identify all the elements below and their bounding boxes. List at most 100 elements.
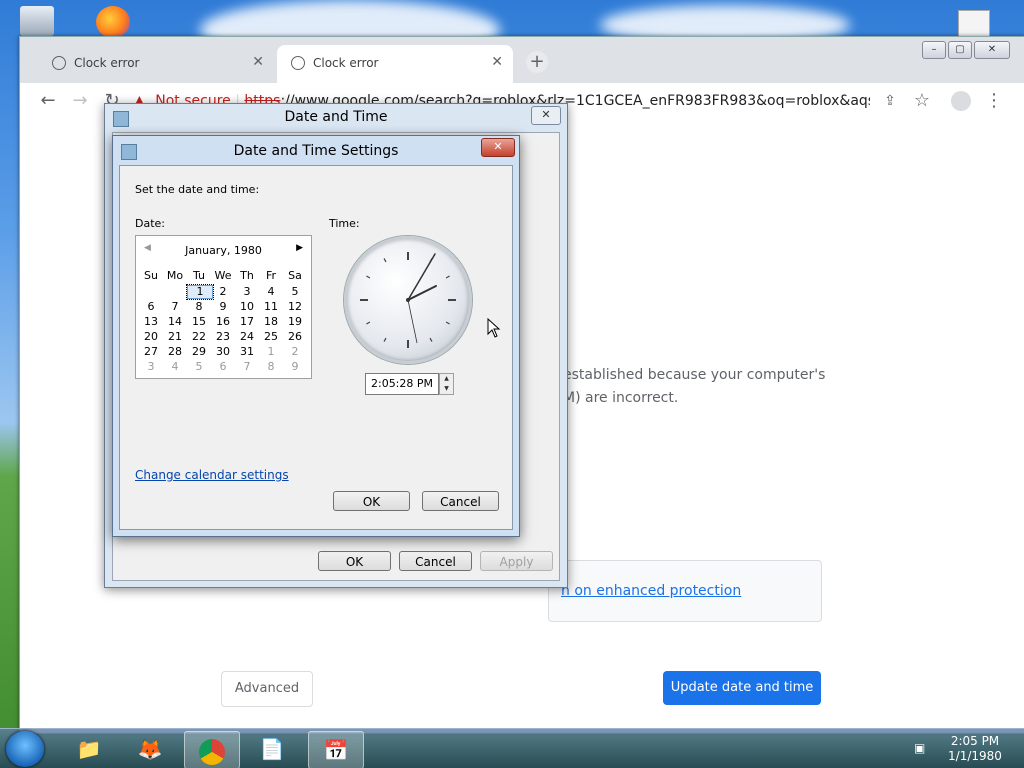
calendar-day[interactable]: 16: [211, 315, 235, 328]
calendar-day[interactable]: 14: [163, 315, 187, 328]
calendar-day[interactable]: 9: [211, 300, 235, 313]
calendar-day[interactable]: 9: [283, 360, 307, 373]
calendar-day[interactable]: 6: [139, 300, 163, 313]
dialog-title: Date and Time Settings: [233, 143, 399, 159]
desktop: Clock error ✕ Clock error ✕ + – ▢ ✕ ← → …: [0, 0, 1024, 768]
date-time-taskbar-icon[interactable]: 📅: [308, 731, 364, 768]
calendar-day[interactable]: 20: [139, 330, 163, 343]
calendar-day[interactable]: 1: [259, 345, 283, 358]
close-button[interactable]: ✕: [481, 138, 515, 157]
start-button[interactable]: [6, 731, 44, 767]
ok-button[interactable]: OK: [318, 551, 391, 571]
menu-icon[interactable]: ⋮: [982, 89, 1006, 113]
calendar-day[interactable]: 7: [163, 300, 187, 313]
maximize-button[interactable]: ▢: [948, 41, 972, 59]
calendar-day[interactable]: 5: [283, 285, 307, 298]
calendar-day[interactable]: 23: [211, 330, 235, 343]
calendar-day[interactable]: 2: [211, 285, 235, 298]
next-month-icon[interactable]: ▶: [296, 243, 303, 253]
new-tab-button[interactable]: +: [526, 51, 548, 73]
share-icon[interactable]: ⇪: [878, 89, 902, 113]
calendar-day[interactable]: 21: [163, 330, 187, 343]
network-icon[interactable]: ▣: [914, 741, 925, 755]
error-message-line2: M) are incorrect.: [563, 390, 679, 406]
minimize-button[interactable]: –: [922, 41, 946, 59]
globe-icon: [291, 56, 305, 70]
close-button[interactable]: ✕: [531, 106, 561, 125]
close-window-button[interactable]: ✕: [974, 41, 1010, 59]
mouse-cursor-icon: [487, 318, 501, 338]
tray-clock[interactable]: 2:05 PM 1/1/1980: [940, 734, 1010, 764]
globe-icon: [52, 56, 66, 70]
firefox-taskbar-icon[interactable]: 🦊: [123, 731, 177, 767]
calendar-day[interactable]: 1: [186, 284, 214, 300]
calendar-day[interactable]: 30: [211, 345, 235, 358]
calendar-day[interactable]: 7: [235, 360, 259, 373]
back-button[interactable]: ←: [36, 89, 60, 113]
weekday-header: Mo: [166, 269, 184, 282]
ok-button[interactable]: OK: [333, 491, 410, 511]
weekday-header: Fr: [265, 269, 277, 282]
calendar-day[interactable]: 22: [187, 330, 211, 343]
calendar-day[interactable]: 4: [259, 285, 283, 298]
calendar-day[interactable]: 31: [235, 345, 259, 358]
calendar-day[interactable]: 29: [187, 345, 211, 358]
calendar-day[interactable]: 19: [283, 315, 307, 328]
calendar-day[interactable]: 28: [163, 345, 187, 358]
recycle-bin-icon[interactable]: [20, 6, 54, 36]
notepad-taskbar-icon[interactable]: 📄: [245, 731, 299, 767]
calendar-day[interactable]: 18: [259, 315, 283, 328]
calendar-day[interactable]: 12: [283, 300, 307, 313]
clock-tick: [429, 337, 433, 342]
calendar-day[interactable]: 6: [211, 360, 235, 373]
tab-close-icon[interactable]: ✕: [491, 54, 503, 70]
tab-close-icon[interactable]: ✕: [252, 54, 264, 70]
update-date-time-button[interactable]: Update date and time: [663, 671, 821, 705]
calendar-day[interactable]: 4: [163, 360, 187, 373]
calendar-day[interactable]: 8: [259, 360, 283, 373]
bookmark-star-icon[interactable]: ☆: [910, 89, 934, 113]
calendar-day[interactable]: 26: [283, 330, 307, 343]
enhanced-protection-link[interactable]: h on enhanced protection: [561, 583, 741, 599]
date-label: Date:: [135, 217, 165, 230]
calendar-day[interactable]: 13: [139, 315, 163, 328]
calendar-day[interactable]: 27: [139, 345, 163, 358]
tab-clock-error-1[interactable]: Clock error ✕: [38, 45, 274, 83]
clock-tick: [445, 321, 450, 325]
tray-date: 1/1/1980: [948, 749, 1002, 763]
profile-avatar[interactable]: [949, 89, 973, 113]
time-label: Time:: [329, 217, 360, 230]
time-spinner[interactable]: ▲ ▼: [439, 373, 454, 395]
tab-clock-error-2[interactable]: Clock error ✕: [277, 45, 513, 83]
calendar-day[interactable]: 8: [187, 300, 211, 313]
apply-button[interactable]: Apply: [480, 551, 553, 571]
change-calendar-settings-link[interactable]: Change calendar settings: [135, 468, 289, 482]
second-hand: [407, 299, 418, 344]
cancel-button[interactable]: Cancel: [399, 551, 472, 571]
calendar-day[interactable]: 3: [235, 285, 259, 298]
advanced-button[interactable]: Advanced: [221, 671, 313, 707]
calendar-day[interactable]: 2: [283, 345, 307, 358]
calendar-month-year[interactable]: January, 1980: [136, 244, 311, 257]
weekday-header: We: [214, 269, 232, 282]
cancel-button[interactable]: Cancel: [422, 491, 499, 511]
weekday-header: Sa: [288, 269, 302, 282]
calendar-day[interactable]: 24: [235, 330, 259, 343]
instruction-text: Set the date and time:: [135, 183, 260, 196]
calendar-day[interactable]: 5: [187, 360, 211, 373]
calendar-day[interactable]: 17: [235, 315, 259, 328]
dialog-body: Set the date and time: Date: Time: ◀ Jan…: [119, 165, 513, 530]
calendar-day[interactable]: 3: [139, 360, 163, 373]
chrome-taskbar-icon[interactable]: [184, 731, 240, 768]
clock-tick: [383, 337, 387, 342]
calendar-day[interactable]: 25: [259, 330, 283, 343]
tab-title: Clock error: [74, 56, 140, 70]
file-explorer-taskbar-icon[interactable]: 📁: [62, 731, 116, 767]
forward-button[interactable]: →: [68, 89, 92, 113]
calendar-day[interactable]: 15: [187, 315, 211, 328]
calendar-day[interactable]: 10: [235, 300, 259, 313]
time-input[interactable]: 2:05:28 PM: [365, 373, 439, 395]
firefox-desktop-icon[interactable]: [96, 6, 130, 38]
error-message-line1: established because your computer's: [563, 367, 826, 383]
calendar-day[interactable]: 11: [259, 300, 283, 313]
